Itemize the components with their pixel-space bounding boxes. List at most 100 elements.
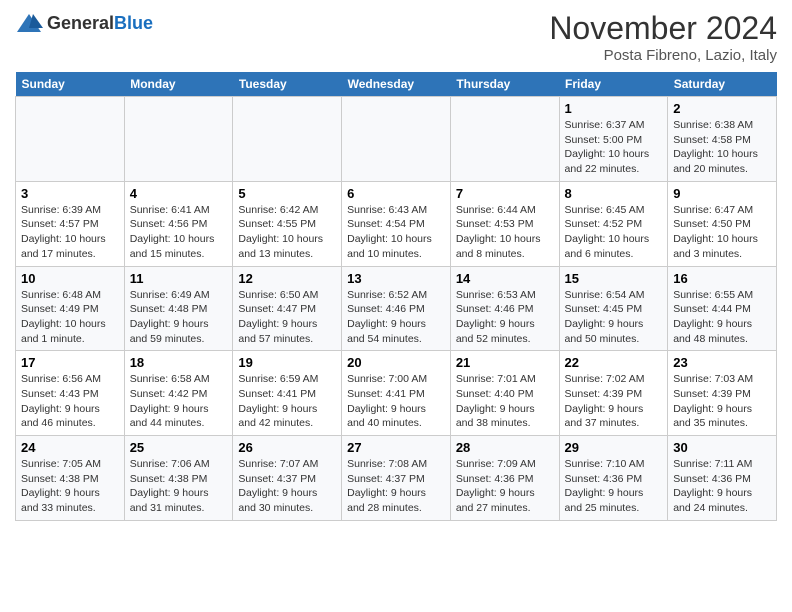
calendar-cell: 5 Sunrise: 6:42 AMSunset: 4:55 PMDaylight… (233, 181, 342, 266)
calendar-cell: 18 Sunrise: 6:58 AMSunset: 4:42 PMDayligh… (124, 351, 233, 436)
day-number: 7 (456, 186, 554, 201)
calendar-cell: 7Sunrise: 6:44 AMSunset: 4:53 PMDaylight… (450, 181, 559, 266)
day-info: Sunrise: 7:00 AMSunset: 4:41 PMDaylight:… (347, 372, 445, 431)
day-info: Sunrise: 6:58 AMSunset: 4:42 PMDaylight:… (130, 372, 228, 431)
calendar-cell: 26Sunrise: 7:07 AMSunset: 4:37 PMDayligh… (233, 436, 342, 521)
calendar-cell: 2 Sunrise: 6:38 AMSunset: 4:58 PMDaylight… (668, 97, 777, 182)
day-info: Sunrise: 6:54 AMSunset: 4:45 PMDaylight:… (565, 288, 663, 347)
calendar-cell: 1 Sunrise: 6:37 AMSunset: 5:00 PMDaylight… (559, 97, 668, 182)
day-info: Sunrise: 7:02 AMSunset: 4:39 PMDaylight:… (565, 372, 663, 431)
calendar-week-4: 17Sunrise: 6:56 AMSunset: 4:43 PMDayligh… (16, 351, 777, 436)
day-number: 1 (565, 101, 663, 116)
day-info: Sunrise: 6:49 AMSunset: 4:48 PMDaylight:… (130, 288, 228, 347)
calendar-cell (16, 97, 125, 182)
day-info: Sunrise: 7:09 AMSunset: 4:36 PMDaylight:… (456, 457, 554, 516)
calendar-cell: 19Sunrise: 6:59 AMSunset: 4:41 PMDayligh… (233, 351, 342, 436)
day-info: Sunrise: 6:37 AMSunset: 5:00 PMDaylight:… (565, 118, 663, 177)
day-number: 4 (130, 186, 228, 201)
calendar-cell: 12 Sunrise: 6:50 AMSunset: 4:47 PMDayligh… (233, 266, 342, 351)
logo: GeneralBlue (15, 10, 153, 38)
day-number: 5 (238, 186, 336, 201)
day-number: 22 (565, 355, 663, 370)
calendar-cell: 14 Sunrise: 6:53 AMSunset: 4:46 PMDayligh… (450, 266, 559, 351)
calendar-cell: 6Sunrise: 6:43 AMSunset: 4:54 PMDaylight… (342, 181, 451, 266)
calendar-cell: 3Sunrise: 6:39 AMSunset: 4:57 PMDaylight… (16, 181, 125, 266)
calendar-cell: 21 Sunrise: 7:01 AMSunset: 4:40 PMDayligh… (450, 351, 559, 436)
calendar-cell: 29 Sunrise: 7:10 AMSunset: 4:36 PMDayligh… (559, 436, 668, 521)
day-number: 23 (673, 355, 771, 370)
day-info: Sunrise: 6:52 AMSunset: 4:46 PMDaylight:… (347, 288, 445, 347)
day-info: Sunrise: 6:53 AMSunset: 4:46 PMDaylight:… (456, 288, 554, 347)
calendar-cell: 24 Sunrise: 7:05 AMSunset: 4:38 PMDayligh… (16, 436, 125, 521)
weekday-header-friday: Friday (559, 72, 668, 97)
logo-general: GeneralBlue (47, 14, 153, 34)
weekday-header-sunday: Sunday (16, 72, 125, 97)
day-number: 15 (565, 271, 663, 286)
day-number: 28 (456, 440, 554, 455)
day-number: 12 (238, 271, 336, 286)
day-number: 29 (565, 440, 663, 455)
weekday-header-thursday: Thursday (450, 72, 559, 97)
day-number: 25 (130, 440, 228, 455)
calendar-cell (233, 97, 342, 182)
day-info: Sunrise: 7:06 AMSunset: 4:38 PMDaylight:… (130, 457, 228, 516)
day-info: Sunrise: 6:42 AMSunset: 4:55 PMDaylight:… (238, 203, 336, 262)
location-subtitle: Posta Fibreno, Lazio, Italy (549, 47, 777, 64)
day-info: Sunrise: 7:10 AMSunset: 4:36 PMDaylight:… (565, 457, 663, 516)
calendar-week-5: 24 Sunrise: 7:05 AMSunset: 4:38 PMDayligh… (16, 436, 777, 521)
day-number: 30 (673, 440, 771, 455)
calendar-cell (342, 97, 451, 182)
day-info: Sunrise: 7:03 AMSunset: 4:39 PMDaylight:… (673, 372, 771, 431)
month-title: November 2024 (549, 10, 777, 47)
day-info: Sunrise: 6:45 AMSunset: 4:52 PMDaylight:… (565, 203, 663, 262)
calendar-cell: 4Sunrise: 6:41 AMSunset: 4:56 PMDaylight… (124, 181, 233, 266)
page-header: GeneralBlue November 2024 Posta Fibreno,… (15, 10, 777, 64)
weekday-header-saturday: Saturday (668, 72, 777, 97)
calendar-cell: 11 Sunrise: 6:49 AMSunset: 4:48 PMDayligh… (124, 266, 233, 351)
day-number: 9 (673, 186, 771, 201)
calendar-week-1: 1 Sunrise: 6:37 AMSunset: 5:00 PMDaylight… (16, 97, 777, 182)
day-info: Sunrise: 6:48 AMSunset: 4:49 PMDaylight:… (21, 288, 119, 347)
day-number: 21 (456, 355, 554, 370)
day-info: Sunrise: 7:11 AMSunset: 4:36 PMDaylight:… (673, 457, 771, 516)
calendar-cell: 27Sunrise: 7:08 AMSunset: 4:37 PMDayligh… (342, 436, 451, 521)
day-info: Sunrise: 6:55 AMSunset: 4:44 PMDaylight:… (673, 288, 771, 347)
weekday-header-wednesday: Wednesday (342, 72, 451, 97)
day-info: Sunrise: 7:05 AMSunset: 4:38 PMDaylight:… (21, 457, 119, 516)
weekday-header-monday: Monday (124, 72, 233, 97)
day-number: 11 (130, 271, 228, 286)
day-number: 14 (456, 271, 554, 286)
calendar-cell: 16 Sunrise: 6:55 AMSunset: 4:44 PMDayligh… (668, 266, 777, 351)
day-info: Sunrise: 7:01 AMSunset: 4:40 PMDaylight:… (456, 372, 554, 431)
day-number: 26 (238, 440, 336, 455)
calendar-table: SundayMondayTuesdayWednesdayThursdayFrid… (15, 72, 777, 521)
day-number: 8 (565, 186, 663, 201)
calendar-cell: 28 Sunrise: 7:09 AMSunset: 4:36 PMDayligh… (450, 436, 559, 521)
calendar-cell: 8 Sunrise: 6:45 AMSunset: 4:52 PMDaylight… (559, 181, 668, 266)
day-info: Sunrise: 6:47 AMSunset: 4:50 PMDaylight:… (673, 203, 771, 262)
day-info: Sunrise: 6:50 AMSunset: 4:47 PMDaylight:… (238, 288, 336, 347)
day-number: 16 (673, 271, 771, 286)
day-number: 13 (347, 271, 445, 286)
day-number: 18 (130, 355, 228, 370)
calendar-cell: 10Sunrise: 6:48 AMSunset: 4:49 PMDayligh… (16, 266, 125, 351)
weekday-header-tuesday: Tuesday (233, 72, 342, 97)
calendar-cell: 9 Sunrise: 6:47 AMSunset: 4:50 PMDaylight… (668, 181, 777, 266)
calendar-cell: 20Sunrise: 7:00 AMSunset: 4:41 PMDayligh… (342, 351, 451, 436)
calendar-week-2: 3Sunrise: 6:39 AMSunset: 4:57 PMDaylight… (16, 181, 777, 266)
day-number: 24 (21, 440, 119, 455)
calendar-week-3: 10Sunrise: 6:48 AMSunset: 4:49 PMDayligh… (16, 266, 777, 351)
calendar-cell: 22 Sunrise: 7:02 AMSunset: 4:39 PMDayligh… (559, 351, 668, 436)
calendar-cell (124, 97, 233, 182)
day-number: 2 (673, 101, 771, 116)
day-info: Sunrise: 6:43 AMSunset: 4:54 PMDaylight:… (347, 203, 445, 262)
day-info: Sunrise: 6:38 AMSunset: 4:58 PMDaylight:… (673, 118, 771, 177)
day-number: 27 (347, 440, 445, 455)
day-number: 3 (21, 186, 119, 201)
calendar-cell: 30 Sunrise: 7:11 AMSunset: 4:36 PMDayligh… (668, 436, 777, 521)
calendar-cell: 25 Sunrise: 7:06 AMSunset: 4:38 PMDayligh… (124, 436, 233, 521)
title-block: November 2024 Posta Fibreno, Lazio, Ital… (549, 10, 777, 64)
day-info: Sunrise: 6:56 AMSunset: 4:43 PMDaylight:… (21, 372, 119, 431)
calendar-cell (450, 97, 559, 182)
calendar-cell: 17Sunrise: 6:56 AMSunset: 4:43 PMDayligh… (16, 351, 125, 436)
